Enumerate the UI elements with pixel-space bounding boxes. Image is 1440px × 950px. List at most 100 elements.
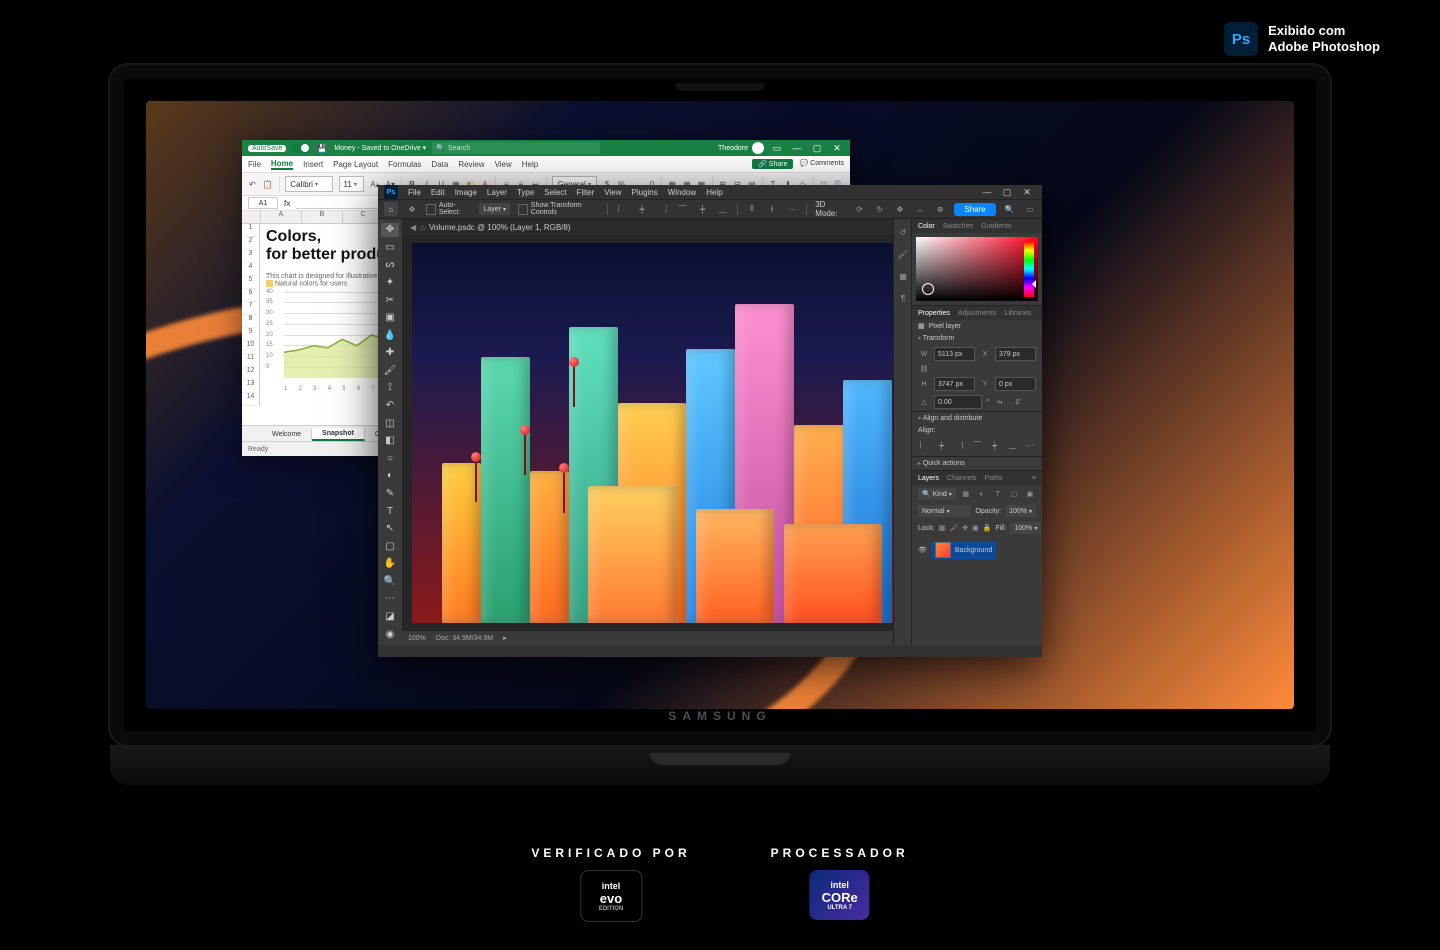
share-button[interactable]: 🔗 Share [752,159,793,169]
col-header[interactable]: B [302,211,343,223]
select-all-corner[interactable] [242,211,261,223]
history-panel-icon[interactable]: ↺ [896,225,910,239]
tab-file[interactable]: File [248,160,261,169]
menu-view[interactable]: View [604,188,621,197]
paste-icon[interactable]: 📋 [263,178,273,190]
transform-section-header[interactable]: Transform [912,332,1042,345]
align-bottom-icon[interactable]: ⎽ [1007,440,1019,452]
align-section-header[interactable]: Align and distribute [912,411,1042,425]
rectangle-tool-icon[interactable]: ▢ [381,539,399,553]
dodge-tool-icon[interactable]: ◐ [381,469,399,483]
quick-mask-icon[interactable]: ◉ [381,627,399,641]
history-brush-tool-icon[interactable]: ↶ [381,399,399,413]
color-picker[interactable] [916,237,1038,301]
lock-paint-icon[interactable]: 🖌 [949,521,958,535]
font-size-select[interactable]: 11 [339,176,365,192]
home-doc-icon[interactable]: ⌂ [420,223,425,232]
more-tools-icon[interactable]: ⋯ [381,592,399,606]
lock-position-icon[interactable]: ✥ [962,521,968,535]
brush-tool-icon[interactable]: 🖌 [381,364,399,378]
quick-actions-header[interactable]: Quick actions [912,456,1042,470]
pen-tool-icon[interactable]: ✎ [381,487,399,501]
3d-roll-icon[interactable]: ↻ [874,202,886,216]
menu-help[interactable]: Help [706,188,722,197]
minimize-icon[interactable]: — [790,143,804,153]
blend-mode-dropdown[interactable]: Normal [918,505,971,517]
document-title[interactable]: Money - Saved to OneDrive ▾ [334,144,426,152]
minimize-icon[interactable]: — [978,187,996,198]
paths-tab[interactable]: Paths [985,475,1003,482]
swatches-panel-icon[interactable]: ▦ [896,269,910,283]
share-button[interactable]: Share [954,203,995,216]
layer-filter-dropdown[interactable]: 🔍Kind [918,488,956,500]
gradients-tab[interactable]: Gradients [981,223,1011,230]
paragraph-panel-icon[interactable]: ¶ [896,291,910,305]
lock-all-icon[interactable]: 🔒 [983,521,992,535]
properties-tab[interactable]: Properties [918,310,950,317]
eyedropper-tool-icon[interactable]: 💧 [381,328,399,342]
tab-home[interactable]: Home [271,159,293,170]
maximize-icon[interactable]: ▢ [810,143,824,154]
home-icon[interactable]: ⌂ [384,202,398,216]
align-top-icon[interactable]: ⎺ [971,440,983,452]
tab-view[interactable]: View [495,160,512,169]
align-v-center-icon[interactable]: ┿ [697,202,709,216]
tab-help[interactable]: Help [522,160,538,169]
menu-layer[interactable]: Layer [487,188,507,197]
color-tab[interactable]: Color [918,223,935,230]
chevron-right-icon[interactable]: ▸ [503,634,507,642]
maximize-icon[interactable]: ▢ [998,187,1016,198]
blur-tool-icon[interactable]: ○ [381,452,399,466]
comments-button[interactable]: 💬 Comments [799,159,844,169]
path-select-tool-icon[interactable]: ↖ [381,522,399,536]
menu-edit[interactable]: Edit [431,188,445,197]
align-hcenter-icon[interactable]: ┿ [936,440,948,452]
menu-image[interactable]: Image [455,188,477,197]
filter-pixel-icon[interactable]: ▦ [960,487,972,501]
gradient-tool-icon[interactable]: ◧ [381,434,399,448]
menu-filter[interactable]: Filter [577,188,595,197]
align-h-center-icon[interactable]: ┿ [636,202,648,216]
sheet-tab[interactable]: Snapshot [312,428,365,441]
undo-icon[interactable]: ↶ [248,178,257,190]
3d-zoom-icon[interactable]: ⊕ [934,202,946,216]
link-wh-icon[interactable]: ⛓ [918,365,930,373]
opacity-dropdown[interactable]: 100% [1005,505,1036,517]
search-icon[interactable]: 🔍 [1004,202,1016,216]
fill-dropdown[interactable]: 100% [1010,522,1041,534]
align-right-icon[interactable]: ⎹ [953,440,965,452]
panel-menu-icon[interactable]: ≡ [1032,475,1036,482]
tab-insert[interactable]: Insert [303,160,323,169]
lock-artboard-icon[interactable]: ▣ [972,521,979,535]
sheet-tab[interactable]: Welcome [262,429,312,440]
autosave-toggle[interactable] [292,143,310,153]
more-align-icon[interactable]: ⋯ [786,202,798,216]
frame-tool-icon[interactable]: ▣ [381,311,399,325]
menu-type[interactable]: Type [517,188,534,197]
filter-smart-icon[interactable]: ▣ [1024,487,1036,501]
3d-slide-icon[interactable]: ↔ [914,202,926,216]
user-account[interactable]: Theodore [718,142,764,154]
tab-formulas[interactable]: Formulas [388,160,421,169]
menu-plugins[interactable]: Plugins [632,188,658,197]
y-input[interactable]: 0 px [995,377,1036,391]
align-more-icon[interactable]: ⋯ [1024,440,1036,452]
menu-file[interactable]: File [408,188,421,197]
hue-slider[interactable] [1024,241,1034,297]
document-tab[interactable]: Volume.psdc @ 100% (Layer 1, RGB/8) [429,223,571,232]
col-header[interactable]: A [261,211,302,223]
filter-type-icon[interactable]: T [992,487,1004,501]
tab-data[interactable]: Data [431,160,448,169]
close-icon[interactable]: ✕ [830,143,844,154]
lock-transparent-icon[interactable]: ▦ [939,521,946,535]
canvas[interactable] [402,235,912,631]
flip-v-icon[interactable]: ⇵ [1011,395,1025,409]
distribute-h-icon[interactable]: ⫴ [746,202,758,216]
prev-doc-icon[interactable]: ◀ [410,223,416,232]
save-icon[interactable]: 💾 [316,142,328,154]
layers-tab[interactable]: Layers [918,475,939,482]
lasso-tool-icon[interactable]: ᔕ [381,258,399,272]
filter-adjust-icon[interactable]: ◐ [976,487,988,501]
channels-tab[interactable]: Channels [947,475,977,482]
hand-tool-icon[interactable]: ✋ [381,557,399,571]
